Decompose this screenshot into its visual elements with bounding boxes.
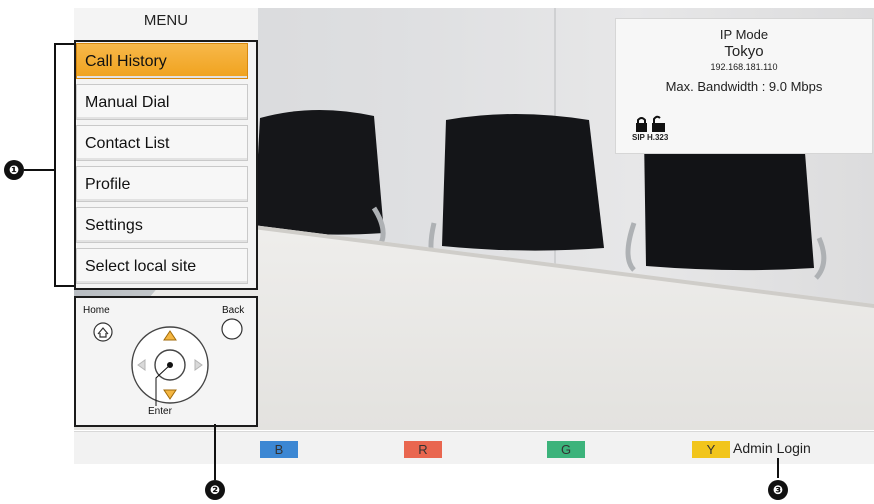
menu-item-manual-dial[interactable]: Manual Dial [76,84,248,120]
home-icon[interactable] [93,322,113,342]
blue-button[interactable]: B [260,441,298,458]
callout-1-bracket-top [54,43,74,45]
menu-item-profile[interactable]: Profile [76,166,248,202]
ip-mode-label: IP Mode [719,27,769,42]
menu-item-select-local-site[interactable]: Select local site [76,248,248,284]
yellow-button[interactable]: Y [692,441,730,458]
callout-3: ❸ [768,480,788,500]
menu-item-contact-list[interactable]: Contact List [76,125,248,161]
ip-address: 192.168.181.110 [710,62,778,72]
menu-item-call-history[interactable]: Call History [76,43,248,79]
callout-3-line [777,458,779,478]
menu-item-settings[interactable]: Settings [76,207,248,243]
protocol-label: SIP H.323 [632,133,669,142]
callout-2: ❷ [205,480,225,500]
admin-login-label[interactable]: Admin Login [733,440,811,456]
connection-info-panel: IP Mode Tokyo 192.168.181.110 Max. Bandw… [615,18,873,154]
lock-icon [636,115,665,132]
bandwidth-label: Max. Bandwidth : 9.0 Mbps [665,79,823,94]
callout-1-bracket [54,43,56,286]
red-button[interactable]: R [404,441,442,458]
callout-1-bracket-bottom [54,285,74,287]
enter-label: Enter [148,406,172,417]
site-name: Tokyo [724,43,764,60]
green-button[interactable]: G [547,441,585,458]
callout-2-line [214,424,216,480]
callout-1-line [24,169,54,171]
callout-1: ❶ [4,160,24,180]
back-button-icon[interactable] [221,318,243,340]
remote-guide-panel: Home Back Enter [74,296,258,427]
menu-title: MENU [143,12,189,29]
